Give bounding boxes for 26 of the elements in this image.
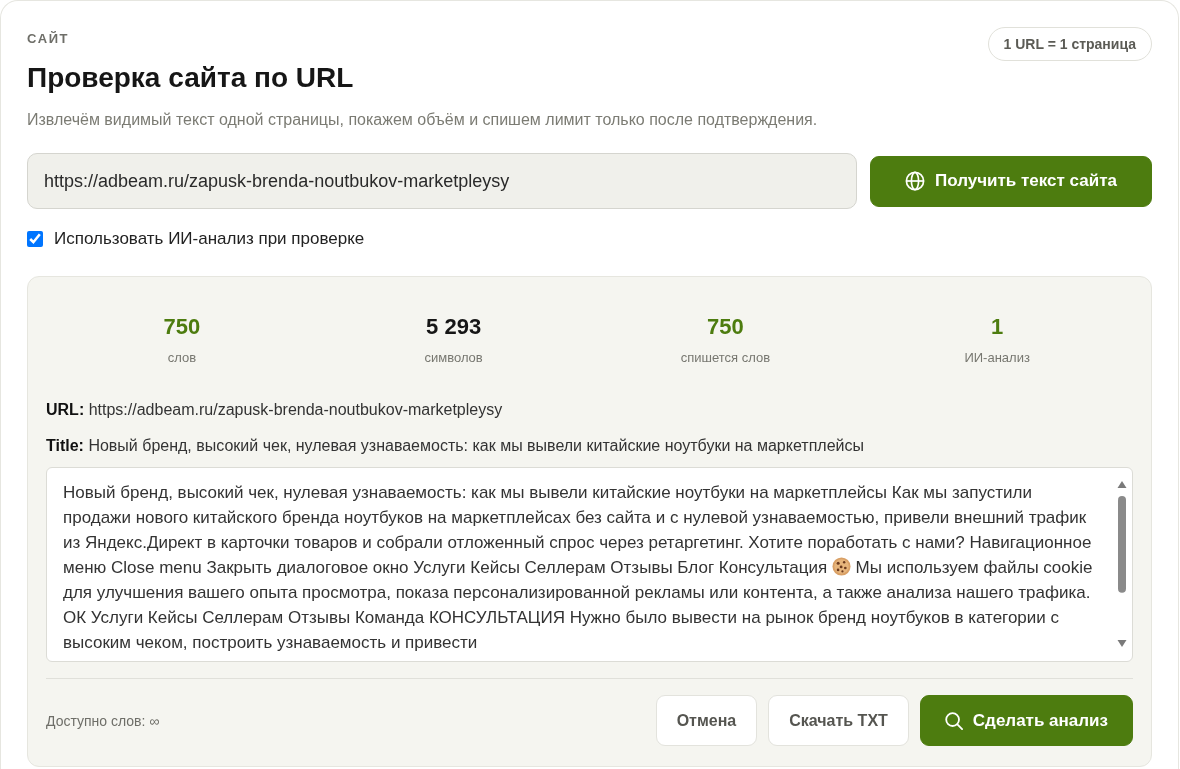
checkbox[interactable] bbox=[27, 231, 43, 247]
stat-label: символов bbox=[424, 350, 483, 366]
stat-label: слов bbox=[167, 350, 197, 366]
stat-value: 1 bbox=[991, 313, 1004, 341]
checkbox-label: Использовать ИИ-анализ при проверке bbox=[54, 229, 365, 249]
search-icon bbox=[944, 711, 963, 730]
stat-value: 5 293 bbox=[426, 313, 482, 341]
analyze-button[interactable]: Сделать анализ bbox=[919, 695, 1133, 746]
section-label: САЙТ bbox=[27, 31, 71, 47]
download-button[interactable]: Скачать TXT bbox=[768, 695, 909, 746]
subtitle-text: Извлечём видимый текст одной страницы, покажем объём и спишем лимит только после подтверждения. bbox=[27, 110, 819, 130]
cookie-icon bbox=[831, 557, 851, 576]
stat-label: спишется слов bbox=[680, 350, 771, 366]
limit-badge: 1 URL = 1 страница bbox=[987, 27, 1152, 61]
stat-value: 750 bbox=[707, 313, 744, 341]
stat-value: 750 bbox=[163, 313, 201, 341]
globe-icon bbox=[905, 171, 925, 191]
fetch-text-button[interactable]: Получить текст сайта bbox=[870, 155, 1152, 207]
page-text-field[interactable]: Новый бренд, высокий чек, нулевая узнаваемость: как мы вывели китайские ноутбуки на маркетплейсы Как мы запустили продажи нового китайского бренда ноутбуков на маркетплейсах без сайта и с нулевой узнаваемостью, привели внешний трафик из Яндекс.Директ в карточки товаров и собрали отложенный спрос через ретаргетинг. Хотите поработать с нами? Навигационное меню Close menu Закрыть диалоговое окно Услуги Кейсы Селлерам Отзывы Блог Консультация Мы используем файлы cookie для улучшения вашего опыта просмотра, показа персонализированной рекламы или контента, а также анализа нашего трафика. ОК Услуги Кейсы Селлерам Отзывы Команда КОНСУЛЬТАЦИЯ Нужно было вывести на рынок бренд ноутбуков в категории с высоким чеком, построить узнаваемость и привести bbox=[46, 467, 1133, 662]
url-field[interactable]: https://adbeam.ru/zapusk-brenda-noutbukov-marketpleysy bbox=[27, 153, 857, 209]
page-title: Проверка сайта по URL bbox=[27, 61, 354, 95]
stat-label: ИИ-анализ bbox=[964, 350, 1030, 366]
available-words-text: Доступно слов: ∞ bbox=[46, 712, 160, 729]
cancel-button[interactable]: Отмена bbox=[655, 695, 758, 746]
detail-line: URL: https://adbeam.ru/zapusk-brenda-noutbukov-marketpleysy bbox=[46, 400, 504, 420]
detail-line: Title: Новый бренд, высокий чек, нулевая узнаваемость: как мы вывели китайские ноутбуки на маркетплейсы bbox=[46, 436, 865, 456]
